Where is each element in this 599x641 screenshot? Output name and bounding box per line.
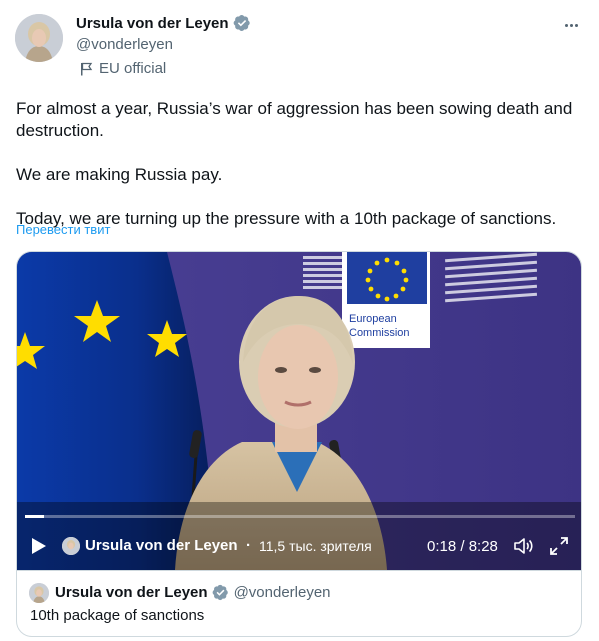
- backdrop-text-line2: Commission: [349, 327, 410, 339]
- view-count: 11,5 тыс. зрителя: [259, 538, 372, 554]
- video-progress-fill: [25, 515, 45, 518]
- author-display-name[interactable]: Ursula von der Leyen: [76, 15, 229, 32]
- play-icon[interactable]: [31, 537, 47, 555]
- backdrop-text-line1: European: [349, 313, 397, 325]
- quoted-tweet[interactable]: Ursula von der Leyen @vonderleyen 10th p…: [17, 570, 581, 636]
- media-card[interactable]: European Commission Ursula von der Leyen…: [16, 251, 582, 637]
- author-avatar[interactable]: [15, 14, 63, 62]
- affiliation-text: EU official: [99, 60, 167, 77]
- video-player[interactable]: European Commission Ursula von der Leyen…: [17, 252, 581, 570]
- more-button[interactable]: [561, 16, 581, 34]
- tweet-paragraph: For almost a year, Russia’s war of aggre…: [16, 99, 573, 140]
- tweet-text: For almost a year, Russia’s war of aggre…: [16, 98, 586, 230]
- volume-icon[interactable]: [513, 537, 533, 555]
- more-icon-dot: [569, 23, 573, 27]
- more-icon-dot: [564, 23, 568, 27]
- quoted-author-avatar[interactable]: [29, 583, 49, 603]
- author-handle[interactable]: @vonderleyen: [76, 36, 173, 53]
- video-controls: Ursula von der Leyen · 11,5 тыс. зрителя…: [17, 524, 581, 568]
- channel-name[interactable]: Ursula von der Leyen: [85, 537, 238, 554]
- separator-dot: ·: [246, 537, 251, 554]
- video-frame: European Commission: [17, 252, 581, 570]
- author-name-row[interactable]: Ursula von der Leyen: [76, 14, 251, 32]
- verified-badge-icon: [212, 584, 228, 601]
- quoted-author-name[interactable]: Ursula von der Leyen: [55, 584, 208, 601]
- quoted-tweet-text: 10th package of sanctions: [30, 607, 205, 624]
- fullscreen-icon[interactable]: [550, 537, 568, 555]
- channel-avatar[interactable]: [62, 537, 80, 555]
- more-icon-dot: [574, 23, 578, 27]
- flag-icon: [81, 62, 93, 75]
- affiliation-label: EU official: [80, 60, 166, 77]
- verified-badge-icon: [233, 14, 250, 32]
- quoted-author-handle[interactable]: @vonderleyen: [234, 584, 331, 601]
- tweet-paragraph: We are making Russia pay.: [16, 165, 223, 184]
- quoted-author-row[interactable]: Ursula von der Leyen @vonderleyen: [55, 584, 331, 601]
- translate-tweet-link[interactable]: Перевести твит: [16, 222, 110, 237]
- video-time: 0:18 / 8:28: [427, 538, 498, 555]
- video-progress-bar[interactable]: [25, 515, 575, 518]
